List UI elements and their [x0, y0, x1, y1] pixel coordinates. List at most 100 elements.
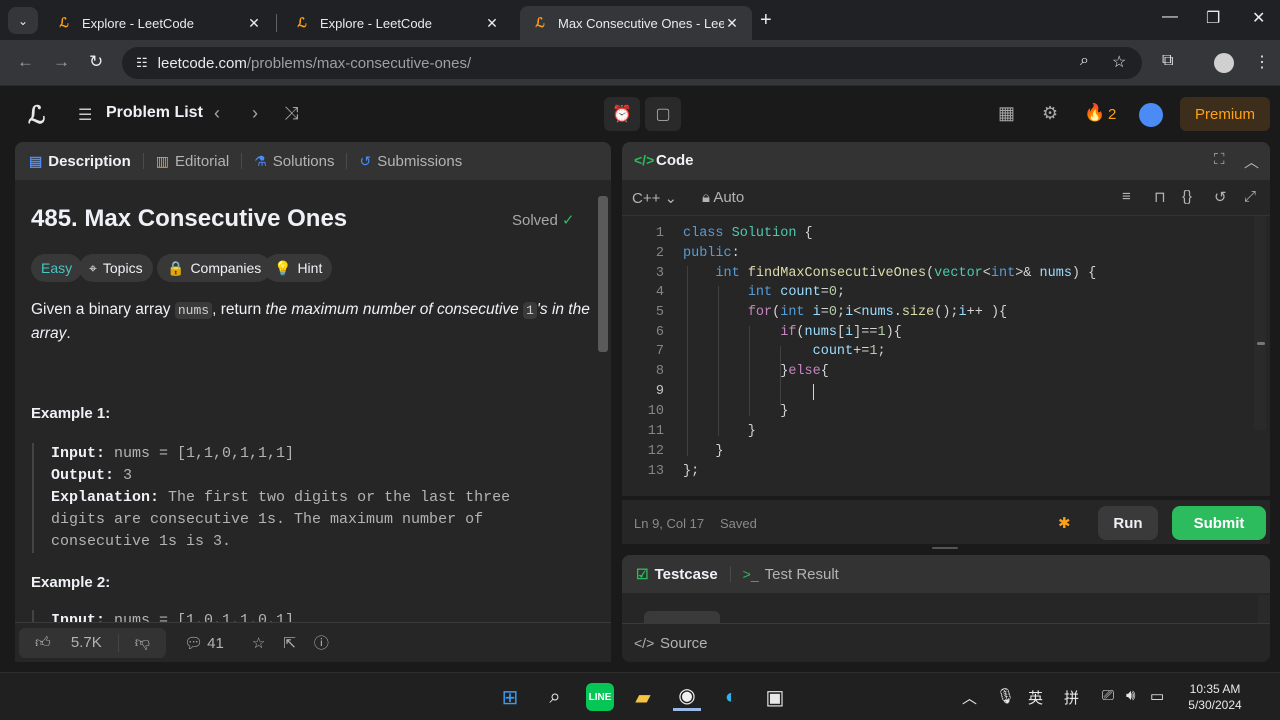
tab-search-menu-button[interactable]: ⌄	[8, 7, 38, 34]
topics-chip[interactable]: ⌖ Topics	[79, 254, 153, 282]
file-explorer-icon[interactable]: ▰	[629, 683, 657, 711]
user-avatar[interactable]	[1139, 103, 1163, 127]
tab-description[interactable]: ▤ Description	[29, 153, 131, 170]
reset-code-icon[interactable]: ↺	[1214, 188, 1227, 206]
browser-tab-explore-1[interactable]: ℒ Explore - LeetCode ✕	[44, 6, 274, 40]
close-tab-icon[interactable]: ✕	[484, 15, 500, 32]
forward-icon[interactable]: →	[53, 52, 70, 72]
bookmark-star-icon[interactable]: ☆	[1112, 52, 1126, 72]
dislike-button[interactable]: 👎︎	[117, 633, 166, 652]
problem-list-icon[interactable]: ☰	[78, 105, 92, 125]
restore-icon[interactable]: ❐	[1206, 8, 1220, 28]
code-line-9	[683, 384, 814, 401]
back-icon[interactable]: ←	[17, 52, 34, 72]
zoom-icon[interactable]: ⌕	[1080, 52, 1089, 70]
chrome-icon[interactable]: ◉	[673, 683, 701, 711]
leetcode-logo-icon[interactable]: ℒ	[28, 101, 45, 130]
autocomplete-toggle[interactable]: 🔒︎ Auto	[702, 189, 744, 206]
like-button[interactable]: 👍︎ 5.7K	[19, 634, 118, 652]
code-line-2: public:	[683, 246, 740, 261]
browser-menu-icon[interactable]: ⋮	[1254, 52, 1270, 72]
system-clock[interactable]: 10:35 AM 5/30/2024	[1180, 681, 1250, 713]
window-close-icon[interactable]: ✕	[1252, 8, 1265, 28]
favorite-star-icon[interactable]: ☆	[252, 634, 265, 652]
url-path: /problems/max-consecutive-ones/	[246, 54, 472, 72]
braces-icon[interactable]: {}	[1182, 188, 1192, 205]
layout-grid-icon[interactable]: ▦	[998, 103, 1015, 124]
description-scrollbar[interactable]	[597, 182, 609, 620]
app-window-icon[interactable]: ▣	[761, 683, 789, 711]
windows-start-icon[interactable]: ⊞	[496, 683, 524, 711]
next-problem-icon[interactable]: ›	[252, 103, 258, 124]
submit-button[interactable]: Submit	[1172, 506, 1266, 540]
scrollbar-thumb[interactable]	[598, 196, 608, 352]
browser-tab-active[interactable]: ℒ Max Consecutive Ones - LeetCo ✕	[520, 6, 752, 40]
url-bar[interactable]: ☷ leetcode.com/problems/max-consecutive-…	[122, 47, 1142, 79]
maximize-icon[interactable]: ⛶	[1214, 151, 1225, 168]
comments-button[interactable]: 💬︎ 41	[184, 634, 224, 652]
streak-count: 2	[1108, 106, 1117, 123]
code-editor[interactable]: 1 2 3 4 5 6 7 8 9 10 11 12 13 class Solu…	[622, 216, 1270, 496]
shuffle-icon[interactable]: ⤨	[284, 103, 298, 124]
premium-button[interactable]: Premium	[1180, 97, 1270, 131]
extensions-icon[interactable]: ⧉	[1162, 52, 1173, 70]
tab-solutions[interactable]: ⚗ Solutions	[254, 153, 334, 170]
difficulty-badge[interactable]: Easy	[31, 254, 83, 282]
tab-editorial[interactable]: ▥ Editorial	[156, 153, 229, 170]
tray-overflow-icon[interactable]: ︿	[962, 687, 977, 708]
line-number: 6	[655, 325, 664, 340]
browser-tab-explore-2[interactable]: ℒ Explore - LeetCode ✕	[282, 6, 512, 40]
close-tab-icon[interactable]: ✕	[246, 15, 262, 32]
close-tab-icon[interactable]: ✕	[724, 15, 740, 32]
profile-avatar[interactable]	[1214, 53, 1234, 73]
edge-icon[interactable]: ◐	[717, 683, 745, 711]
language-value: C++	[632, 190, 661, 207]
case-tab-stub[interactable]	[644, 611, 720, 623]
battery-icon[interactable]: ▭	[1150, 687, 1164, 705]
collapse-icon[interactable]: ︿	[1244, 151, 1259, 172]
terminal-icon: >_	[742, 566, 759, 582]
debug-icon[interactable]: ✱	[1058, 514, 1071, 532]
microphone-icon[interactable]: 🎙︎	[996, 687, 1015, 705]
editor-scrollbar[interactable]	[1254, 216, 1266, 430]
companies-chip[interactable]: 🔒 Companies	[157, 254, 272, 282]
share-icon[interactable]: ⇱	[283, 634, 296, 652]
taskbar-search-icon[interactable]: ⌕	[541, 683, 569, 711]
streak-fire-icon[interactable]: 🔥	[1084, 103, 1105, 123]
output-label: Output:	[51, 467, 115, 484]
run-button[interactable]: Run	[1098, 506, 1158, 540]
site-info-icon[interactable]: ☷	[136, 55, 148, 71]
settings-gear-icon[interactable]: ⚙	[1042, 103, 1058, 124]
language-select[interactable]: C++ ⌄	[632, 189, 677, 207]
tab-label: Description	[48, 152, 131, 170]
inline-code: nums	[174, 302, 213, 319]
testcase-scrollbar[interactable]	[1258, 595, 1270, 623]
volume-icon[interactable]: 🔊︎	[1126, 687, 1135, 704]
input-language[interactable]: 英	[1028, 687, 1043, 708]
fullscreen-icon[interactable]: ⤢	[1244, 188, 1256, 205]
hint-chip[interactable]: 💡 Hint	[264, 254, 333, 282]
history-icon: ↺	[359, 152, 372, 169]
panel-resize-handle[interactable]	[932, 547, 958, 549]
tab-testcase[interactable]: ☑ Testcase	[636, 566, 718, 583]
network-icon[interactable]: ⎚	[1102, 687, 1114, 704]
minimize-icon[interactable]: —	[1162, 8, 1178, 26]
source-row[interactable]: </> Source	[622, 623, 1270, 662]
reload-icon[interactable]: ↻	[89, 52, 103, 72]
line-number: 13	[647, 464, 664, 479]
problem-list-link[interactable]: Problem List	[106, 104, 203, 122]
help-icon[interactable]: ⓘ	[314, 632, 329, 653]
tab-submissions[interactable]: ↺ Submissions	[359, 153, 462, 170]
bookmark-icon[interactable]: ⊓	[1154, 188, 1166, 206]
tab-test-result[interactable]: >_ Test Result	[743, 566, 839, 583]
line-app-icon[interactable]: LINE	[586, 683, 614, 711]
format-icon[interactable]: ≡	[1122, 188, 1131, 205]
new-tab-icon[interactable]: +	[760, 9, 772, 32]
timer-button[interactable]: ⏰	[604, 97, 640, 131]
solved-label: Solved	[512, 212, 558, 229]
prev-problem-icon[interactable]: ‹	[214, 103, 220, 124]
notes-button[interactable]: ▢	[645, 97, 681, 131]
ime-mode[interactable]: 拼	[1064, 687, 1079, 708]
tab-label: Editorial	[174, 152, 230, 170]
code-panel-header: </> Code ⛶ ︿	[622, 142, 1270, 180]
